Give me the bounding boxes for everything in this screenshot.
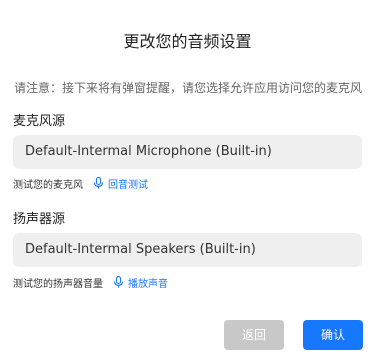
microphone-section-label: 麦克风源: [13, 114, 66, 129]
speaker-test-row: 测试您的扬声器音量 播放声音: [13, 274, 168, 290]
permission-notice: 请注意：接下来将有弹窗提醒，请您选择允许应用访问您的麦克风: [14, 81, 363, 95]
play-sound-label: 播放声音: [128, 278, 168, 290]
speaker-section-label: 扬声器源: [13, 212, 66, 227]
microphone-icon: [113, 276, 124, 288]
speaker-test-label: 测试您的扬声器音量: [13, 278, 103, 290]
microphone-test-label: 测试您的麦克风: [13, 179, 83, 191]
echo-test-link[interactable]: 回音测试: [93, 176, 148, 191]
back-button[interactable]: 返回: [224, 320, 284, 350]
play-sound-link[interactable]: 播放声音: [113, 275, 168, 290]
microphone-select[interactable]: Default-Intermal Microphone (Built-in): [13, 135, 362, 169]
audio-settings-dialog: 更改您的音频设置 请注意：接下来将有弹窗提醒，请您选择允许应用访问您的麦克风 麦…: [0, 0, 375, 364]
microphone-icon: [93, 177, 104, 189]
microphone-test-row: 测试您的麦克风 回音测试: [13, 175, 148, 191]
dialog-title: 更改您的音频设置: [123, 32, 252, 51]
speaker-select[interactable]: Default-Intermal Speakers (Built-in): [13, 233, 362, 267]
echo-test-label: 回音测试: [108, 179, 148, 191]
confirm-button[interactable]: 确认: [303, 320, 363, 350]
